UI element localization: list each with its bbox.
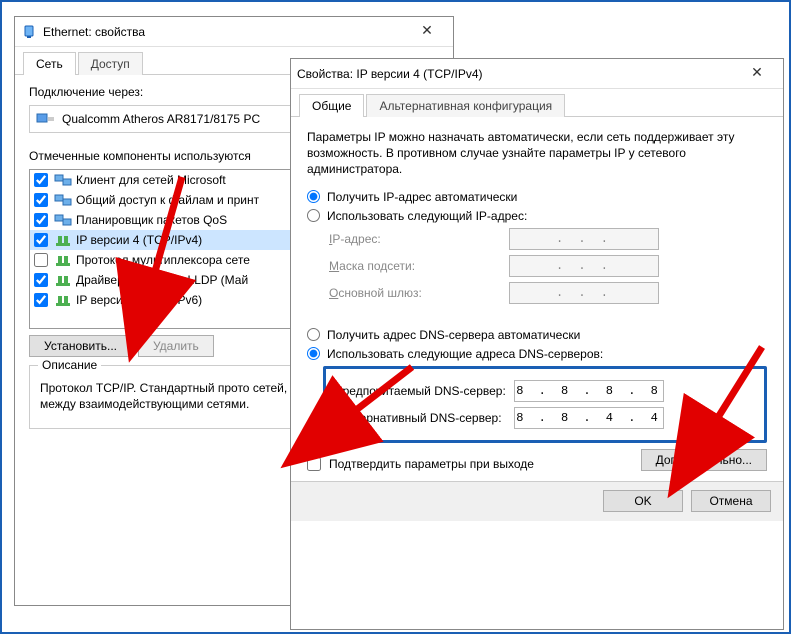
item-checkbox[interactable] bbox=[34, 213, 48, 227]
window1-title: Ethernet: свойства bbox=[43, 25, 407, 39]
protocol-icon bbox=[54, 293, 72, 307]
remove-button: Удалить bbox=[138, 335, 214, 357]
gateway-input: . . . bbox=[509, 282, 659, 304]
tab-general[interactable]: Общие bbox=[299, 94, 364, 117]
radio-dns-auto[interactable] bbox=[307, 328, 320, 341]
item-label: Клиент для сетей Microsoft bbox=[76, 173, 226, 187]
protocol-icon bbox=[54, 253, 72, 267]
tab-access[interactable]: Доступ bbox=[78, 52, 143, 75]
dns-pref-label: Предпочитаемый DNS-сервер: bbox=[334, 384, 514, 398]
radio-dns-manual[interactable] bbox=[307, 347, 320, 360]
protocol-icon bbox=[54, 173, 72, 187]
radio-ip-manual-label: Использовать следующий IP-адрес: bbox=[327, 209, 527, 223]
dns-alt-input[interactable]: 8 . 8 . 4 . 4 bbox=[514, 407, 664, 429]
dns-alt-label: Альтернативный DNS-сервер: bbox=[334, 411, 514, 425]
cancel-button[interactable]: Отмена bbox=[691, 490, 771, 512]
ok-button[interactable]: OK bbox=[603, 490, 683, 512]
validate-checkbox[interactable] bbox=[307, 457, 321, 471]
dns-pref-input[interactable]: 8 . 8 . 8 . 8 bbox=[514, 380, 664, 402]
protocol-icon bbox=[54, 233, 72, 247]
item-label: Общий доступ к файлам и принт bbox=[76, 193, 259, 207]
adapter-name: Qualcomm Atheros AR8171/8175 PC bbox=[62, 112, 260, 126]
protocol-icon bbox=[54, 273, 72, 287]
tab-network[interactable]: Сеть bbox=[23, 52, 76, 75]
radio-ip-manual[interactable] bbox=[307, 209, 320, 222]
item-label: IP версии 6 (TCP/IPv6) bbox=[76, 293, 202, 307]
install-button[interactable]: Установить... bbox=[29, 335, 132, 357]
advanced-button[interactable]: Дополнительно... bbox=[641, 449, 767, 471]
radio-ip-auto[interactable] bbox=[307, 190, 320, 203]
radio-ip-auto-label: Получить IP-адрес автоматически bbox=[327, 190, 517, 204]
item-label: Протокол мультиплексора сете bbox=[76, 253, 250, 267]
protocol-icon bbox=[54, 193, 72, 207]
protocol-icon bbox=[54, 213, 72, 227]
tab-alt-config[interactable]: Альтернативная конфигурация bbox=[366, 94, 565, 117]
validate-label: Подтвердить параметры при выходе bbox=[329, 457, 534, 471]
info-text: Параметры IP можно назначать автоматичес… bbox=[307, 129, 767, 178]
ip-address-label: IIP-адрес:P-адрес: bbox=[329, 232, 509, 246]
radio-dns-manual-label: Использовать следующие адреса DNS-сервер… bbox=[327, 347, 603, 361]
description-title: Описание bbox=[38, 358, 101, 372]
item-checkbox[interactable] bbox=[34, 253, 48, 267]
subnet-mask-label: Маска подсети: bbox=[329, 259, 509, 273]
item-checkbox[interactable] bbox=[34, 293, 48, 307]
item-checkbox[interactable] bbox=[34, 273, 48, 287]
item-label: Планировщик пакетов QoS bbox=[76, 213, 227, 227]
dns-highlight-box: Предпочитаемый DNS-сервер: 8 . 8 . 8 . 8… bbox=[323, 366, 767, 443]
item-checkbox[interactable] bbox=[34, 173, 48, 187]
ip-address-input: . . . bbox=[509, 228, 659, 250]
radio-dns-auto-label: Получить адрес DNS-сервера автоматически bbox=[327, 328, 580, 342]
ethernet-icon bbox=[21, 24, 37, 40]
item-checkbox[interactable] bbox=[34, 193, 48, 207]
gateway-label: Основной шлюз: bbox=[329, 286, 509, 300]
subnet-mask-input: . . . bbox=[509, 255, 659, 277]
close-icon[interactable]: ✕ bbox=[407, 22, 447, 42]
item-checkbox[interactable] bbox=[34, 233, 48, 247]
window2-title: Свойства: IP версии 4 (TCP/IPv4) bbox=[297, 67, 737, 81]
item-label: Драйвер протокола LLDP (Май bbox=[76, 273, 248, 287]
item-label: IP версии 4 (TCP/IPv4) bbox=[76, 233, 202, 247]
network-adapter-icon bbox=[36, 111, 56, 127]
close-icon[interactable]: ✕ bbox=[737, 64, 777, 84]
